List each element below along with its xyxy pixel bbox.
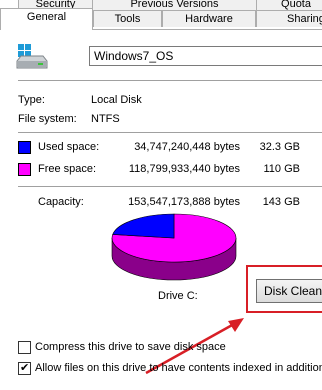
disk-usage-pie-chart — [111, 213, 237, 281]
tab-label: Tools — [114, 13, 141, 25]
tab-label: Previous Versions — [130, 0, 219, 10]
drive-caption: Drive C: — [158, 290, 198, 302]
tab-label: General — [26, 11, 67, 23]
tab-sharing[interactable]: Sharing — [256, 10, 322, 27]
tab-tools[interactable]: Tools — [93, 10, 162, 27]
tab-general[interactable]: General — [0, 8, 93, 30]
index-label: Allow files on this drive to have conten… — [35, 362, 322, 374]
divider — [18, 186, 322, 187]
capacity-size: 143 GB — [262, 196, 300, 208]
used-space-swatch — [18, 141, 31, 154]
type-value: Local Disk — [91, 94, 142, 106]
capacity-label: Capacity: — [38, 196, 84, 208]
type-label: Type: — [18, 94, 45, 106]
tab-hardware[interactable]: Hardware — [162, 10, 256, 27]
free-space-bytes: 118,799,933,440 bytes — [128, 163, 240, 175]
divider — [18, 80, 322, 81]
disk-cleanup-button[interactable]: Disk Cleanup — [256, 279, 322, 303]
drive-name-input[interactable] — [89, 46, 322, 66]
index-checkbox[interactable] — [18, 361, 31, 375]
compress-checkbox[interactable] — [18, 341, 31, 354]
used-space-slice — [112, 213, 175, 239]
file-system-value: NTFS — [91, 113, 120, 125]
drive-icon — [16, 44, 48, 69]
used-space-label: Used space: — [38, 141, 100, 153]
free-space-swatch — [18, 163, 31, 176]
free-space-label: Free space: — [38, 163, 97, 175]
capacity-bytes: 153,547,173,888 bytes — [128, 196, 240, 208]
tab-label: Quota — [281, 0, 311, 10]
tab-label: Sharing — [287, 13, 322, 25]
used-space-size: 32.3 GB — [259, 141, 300, 153]
divider — [18, 132, 322, 133]
used-space-bytes: 34,747,240,448 bytes — [134, 141, 240, 153]
compress-label: Compress this drive to save disk space — [35, 341, 226, 353]
file-system-label: File system: — [18, 113, 77, 125]
tab-label: Hardware — [185, 13, 233, 25]
free-space-size: 110 GB — [263, 163, 301, 175]
